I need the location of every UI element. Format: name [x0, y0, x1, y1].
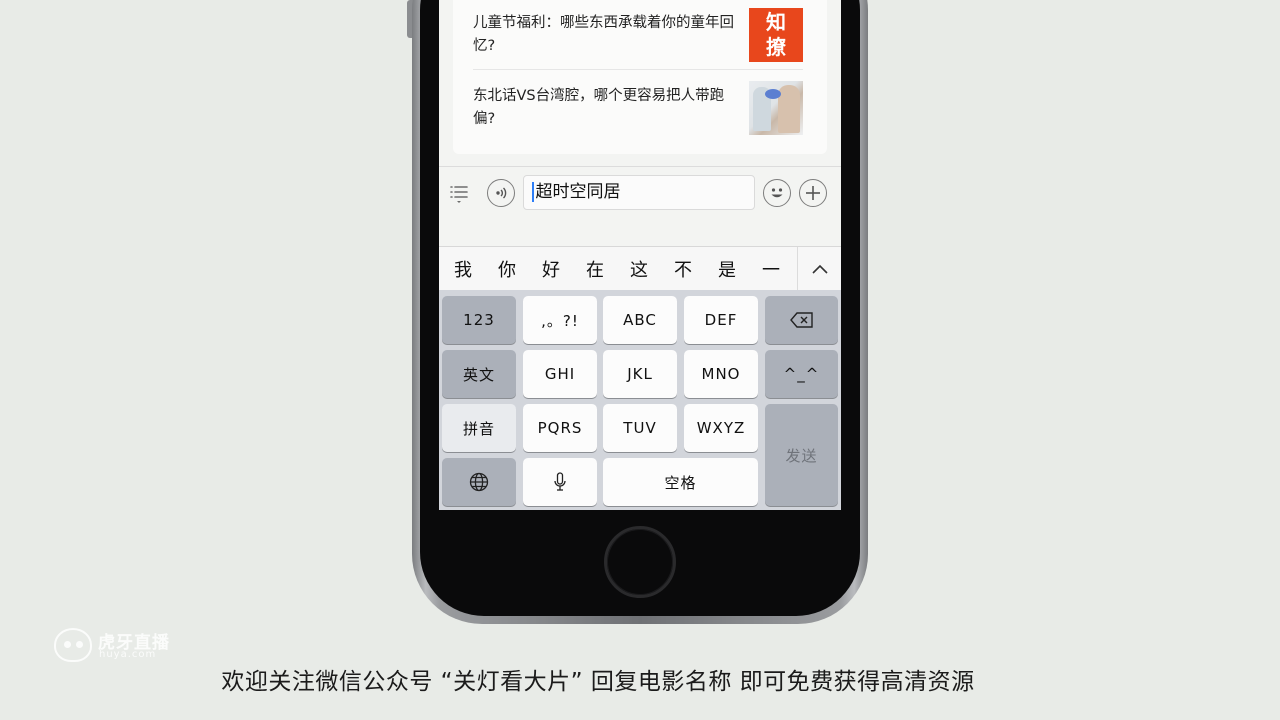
globe-icon[interactable] — [442, 458, 516, 506]
key-ghi[interactable]: GHI — [523, 350, 597, 398]
watermark-url: huya.com — [99, 649, 157, 660]
key-123[interactable]: 123 — [442, 296, 516, 344]
key-mno[interactable]: MNO — [684, 350, 758, 398]
message-input-bar: 超时空同居 — [439, 166, 841, 218]
text-caret — [532, 182, 534, 202]
key-pinyin[interactable]: 拼音 — [442, 404, 516, 452]
key-wxyz[interactable]: WXYZ — [684, 404, 758, 452]
article-thumbnail: 知 撩 — [749, 7, 803, 62]
message-text-value: 超时空同居 — [535, 182, 621, 202]
key-def[interactable]: DEF — [684, 296, 758, 344]
candidate-item[interactable]: 一 — [749, 256, 793, 282]
key-abc[interactable]: ABC — [603, 296, 677, 344]
candidate-item[interactable]: 这 — [617, 256, 661, 282]
candidate-bar: 我 你 好 在 这 不 是 一 — [439, 246, 841, 291]
send-button[interactable]: 发送 — [765, 404, 838, 506]
candidate-item[interactable]: 好 — [529, 256, 573, 282]
article-card: 儿童节福利：哪些东西承载着你的童年回忆? 知 撩 东北话VS台湾腔，哪个更容易把… — [453, 0, 827, 154]
phone-screen: 儿童节福利：哪些东西承载着你的童年回忆? 知 撩 东北话VS台湾腔，哪个更容易把… — [439, 0, 841, 510]
article-item[interactable]: 东北话VS台湾腔，哪个更容易把人带跑偏? — [473, 73, 803, 143]
candidate-item[interactable]: 是 — [705, 256, 749, 282]
voice-icon[interactable] — [487, 179, 515, 207]
chevron-up-icon[interactable] — [797, 246, 841, 291]
huya-logo-icon — [54, 628, 92, 662]
huya-watermark: 虎牙直播 huya.com — [54, 628, 184, 664]
key-english[interactable]: 英文 — [442, 350, 516, 398]
article-item[interactable]: 儿童节福利：哪些东西承载着你的童年回忆? 知 撩 — [473, 0, 803, 70]
smiley-icon[interactable] — [763, 179, 791, 207]
microphone-icon[interactable] — [523, 458, 597, 506]
candidate-item[interactable]: 在 — [573, 256, 617, 282]
home-button[interactable] — [604, 526, 676, 598]
key-jkl[interactable]: JKL — [603, 350, 677, 398]
article-title: 儿童节福利：哪些东西承载着你的童年回忆? — [473, 14, 734, 54]
candidate-item[interactable]: 你 — [485, 256, 529, 282]
video-subtitle: 欢迎关注微信公众号 “关灯看大片” 回复电影名称 即可免费获得高清资源 — [221, 669, 975, 695]
plus-icon[interactable] — [799, 179, 827, 207]
key-tuv[interactable]: TUV — [603, 404, 677, 452]
space-key[interactable]: 空格 — [603, 458, 758, 506]
key-emoticon[interactable]: ^_^ — [765, 350, 838, 398]
keyboard: 123 ,。?! ABC DEF 英文 GHI JKL MNO ^_^ 拼音 P… — [439, 290, 841, 510]
thumbnail-text: 知 撩 — [766, 9, 786, 59]
candidate-item[interactable]: 我 — [441, 256, 485, 282]
key-punctuation[interactable]: ,。?! — [523, 296, 597, 344]
list-icon[interactable] — [447, 183, 471, 203]
article-title: 东北话VS台湾腔，哪个更容易把人带跑偏? — [473, 88, 725, 127]
candidate-list: 我 你 好 在 这 不 是 一 — [439, 256, 797, 282]
backspace-icon[interactable] — [765, 296, 838, 344]
article-thumbnail — [749, 81, 803, 135]
key-pqrs[interactable]: PQRS — [523, 404, 597, 452]
candidate-item[interactable]: 不 — [661, 256, 705, 282]
message-text-field[interactable]: 超时空同居 — [523, 175, 755, 210]
